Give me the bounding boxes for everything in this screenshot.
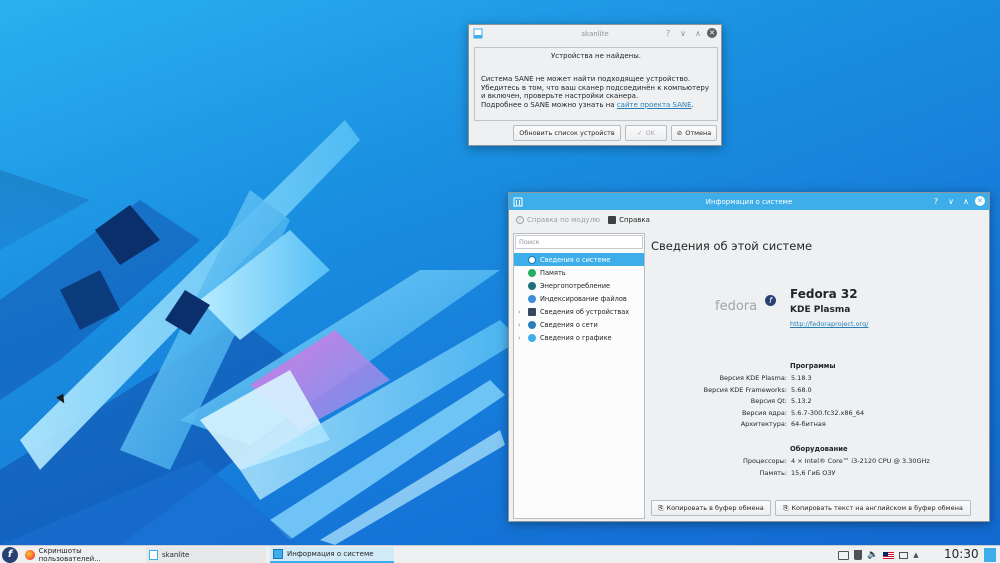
tree-item-memory[interactable]: Память bbox=[514, 266, 644, 279]
message-line: и включен, проверьте настройки сканера. bbox=[481, 92, 639, 100]
software-row: Архитектура: 64-битная bbox=[740, 420, 826, 428]
desktop-name: KDE Plasma bbox=[790, 305, 851, 315]
task-firefox[interactable]: Скриншоты пользователей... bbox=[22, 547, 142, 563]
tree-item-system-info[interactable]: Сведения о системе bbox=[514, 253, 644, 266]
distro-url-link[interactable]: http://fedoraproject.org/ bbox=[790, 320, 868, 328]
software-heading: Программы bbox=[790, 362, 836, 370]
maximize-title-button[interactable]: ∧ bbox=[692, 27, 704, 39]
software-row: Версия ядра: 5.6.7-300.fc32.x86_64 bbox=[741, 408, 865, 417]
tree-view: Сведения о системе Память Энергопотребле… bbox=[514, 253, 644, 353]
copy-icon: ⎘ bbox=[658, 503, 664, 512]
info-titlebar[interactable]: Информация о системе ? ∨ ∧ ✕ bbox=[509, 193, 989, 210]
maximize-title-button[interactable]: ∧ bbox=[960, 195, 972, 207]
clock[interactable]: 10:30 bbox=[944, 547, 979, 561]
message-frame: Устройства не найдены. Система SANE не м… bbox=[474, 47, 718, 121]
expand-arrow-icon[interactable]: › bbox=[518, 321, 528, 329]
search-input[interactable]: Поиск bbox=[515, 235, 643, 249]
energy-icon bbox=[528, 281, 536, 290]
devices-icon bbox=[528, 307, 536, 316]
help-title-button[interactable]: ? bbox=[930, 195, 942, 207]
info-center-task-icon bbox=[273, 549, 283, 559]
display-icon[interactable] bbox=[899, 551, 909, 559]
tree-item-network[interactable]: › Сведения о сети bbox=[514, 318, 644, 331]
hardware-heading: Оборудование bbox=[790, 445, 848, 453]
copy-english-clipboard-button[interactable]: ⎘ Копировать текст на английском в буфер … bbox=[775, 500, 971, 516]
close-icon[interactable]: ✕ bbox=[707, 28, 717, 38]
ok-button[interactable]: ✓ OK bbox=[625, 125, 667, 141]
tree-item-graphics[interactable]: › Сведения о графике bbox=[514, 331, 644, 344]
copy-icon: ⎘ bbox=[783, 503, 789, 512]
hardware-row: Память: 15,6 ГиБ ОЗУ bbox=[759, 468, 836, 477]
expand-arrow-icon[interactable]: › bbox=[518, 308, 528, 316]
cancel-icon: ⊘ bbox=[676, 129, 683, 137]
cancel-button[interactable]: ⊘ Отмена bbox=[671, 125, 717, 141]
copy-clipboard-button[interactable]: ⎘ Копировать в буфер обмена bbox=[651, 500, 771, 516]
info-icon bbox=[528, 255, 536, 264]
help-grid-icon bbox=[608, 216, 617, 224]
message-body: Система SANE не может найти подходящее у… bbox=[481, 75, 717, 109]
fedora-logo: fedora f bbox=[715, 295, 777, 319]
skanlite-titlebar[interactable]: skanlite ? ∨ ∧ ✕ bbox=[469, 25, 721, 42]
skanlite-dialog: skanlite ? ∨ ∧ ✕ Устройства не найдены. … bbox=[468, 24, 722, 146]
printer-icon[interactable] bbox=[838, 550, 849, 560]
help-menu-button[interactable]: Справка bbox=[608, 216, 650, 224]
fedora-infinity-icon: f bbox=[765, 295, 776, 306]
close-icon[interactable]: ✕ bbox=[975, 196, 985, 206]
trash-icon[interactable] bbox=[854, 550, 862, 560]
message-heading: Устройства не найдены. bbox=[550, 52, 642, 60]
taskbar: f Скриншоты пользователей... skanlite Ин… bbox=[0, 545, 1000, 563]
expand-arrow-icon[interactable]: › bbox=[518, 334, 528, 342]
content-pane: Сведения об этой системе fedora f Fedora… bbox=[649, 233, 987, 519]
tray-expand-icon[interactable]: ▲ bbox=[913, 551, 918, 559]
memory-icon bbox=[528, 268, 536, 277]
message-line: Система SANE не может найти подходящее у… bbox=[481, 75, 691, 83]
info-center-window: Информация о системе ? ∨ ∧ ✕ i Справка п… bbox=[508, 192, 990, 522]
volume-icon[interactable]: 🔈 bbox=[867, 550, 878, 560]
info-title: Информация о системе bbox=[705, 197, 793, 206]
message-line: Убедитесь в том, что ваш сканер подсоеди… bbox=[481, 83, 710, 92]
graphics-icon bbox=[528, 333, 536, 342]
tree-item-devices[interactable]: › Сведения об устройствах bbox=[514, 305, 644, 318]
check-icon: ✓ bbox=[637, 129, 643, 137]
task-skanlite[interactable]: skanlite bbox=[146, 547, 266, 563]
module-help-button[interactable]: i Справка по модулю bbox=[516, 216, 600, 224]
task-info-center[interactable]: Информация о системе bbox=[270, 547, 394, 563]
tree-item-energy[interactable]: Энергопотребление bbox=[514, 279, 644, 292]
network-icon bbox=[528, 320, 536, 329]
hardware-row: Процессоры: 4 × Intel® Core™ i3-2120 CPU … bbox=[743, 457, 930, 465]
system-tray: 🔈 ▲ bbox=[838, 548, 948, 562]
skanlite-app-icon bbox=[473, 28, 483, 39]
info-app-icon bbox=[513, 196, 523, 207]
page-title: Сведения об этой системе bbox=[651, 239, 813, 253]
message-line: Подробнее о SANE можно узнать на сайте п… bbox=[481, 100, 694, 109]
software-row: Версия KDE Frameworks: 5.68.0 bbox=[703, 385, 812, 394]
toolbar: i Справка по модулю Справка bbox=[509, 211, 989, 229]
refresh-devices-button[interactable]: Обновить список устройств bbox=[513, 125, 621, 141]
help-title-button[interactable]: ? bbox=[662, 27, 674, 39]
distro-name: Fedora 32 bbox=[790, 287, 858, 301]
panel-options-icon[interactable] bbox=[984, 548, 996, 562]
software-row: Версия KDE Plasma: 5.18.3 bbox=[719, 374, 812, 382]
software-row: Версия Qt: 5.13.2 bbox=[750, 397, 812, 405]
sidebar: Поиск Сведения о системе Память Энергопо… bbox=[513, 233, 645, 519]
sane-project-link[interactable]: сайте проекта SANE bbox=[617, 101, 692, 109]
skanlite-task-icon bbox=[149, 550, 158, 560]
flag-us-icon[interactable] bbox=[883, 551, 895, 559]
minimize-title-button[interactable]: ∨ bbox=[677, 27, 689, 39]
skanlite-title: skanlite bbox=[581, 29, 609, 38]
search-icon bbox=[528, 294, 536, 303]
info-icon: i bbox=[516, 216, 524, 224]
tree-item-file-indexing[interactable]: Индексирование файлов bbox=[514, 292, 644, 305]
minimize-title-button[interactable]: ∨ bbox=[945, 195, 957, 207]
application-launcher-button[interactable]: f bbox=[2, 547, 18, 563]
firefox-icon bbox=[25, 550, 35, 560]
